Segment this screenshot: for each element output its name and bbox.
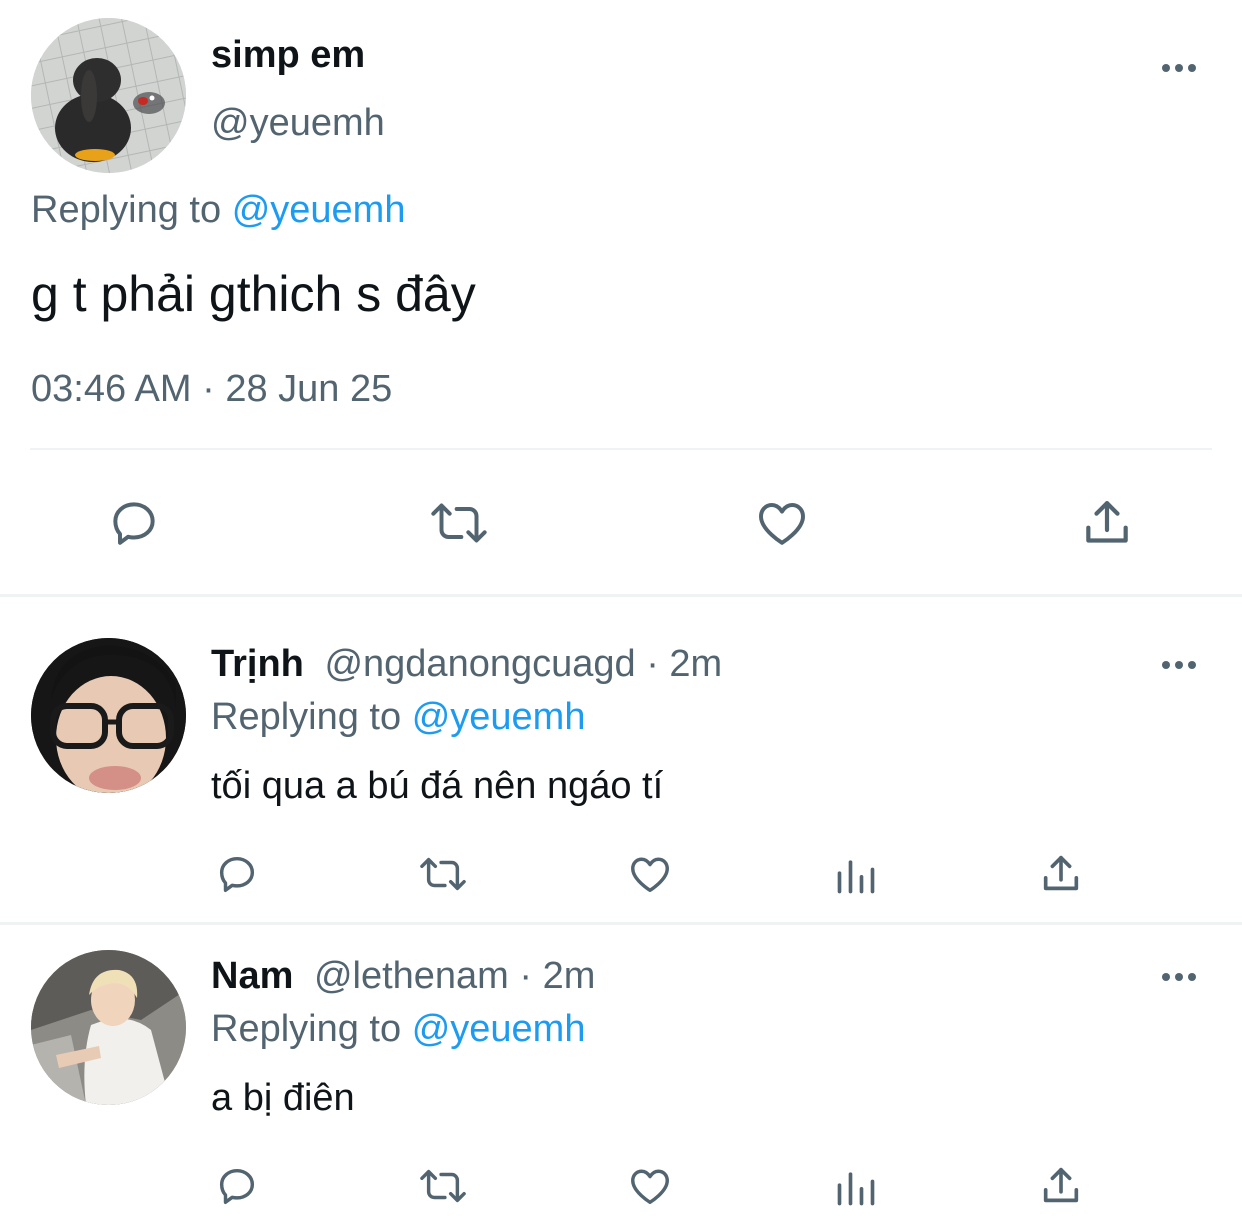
reply-2-header: Nam @lethenam · 2m bbox=[211, 953, 595, 999]
stuffed-penguin-icon bbox=[31, 18, 186, 173]
reply-2-display-name[interactable]: Nam bbox=[211, 955, 293, 997]
reply-1-separator: · bbox=[646, 643, 659, 685]
retweet-icon[interactable] bbox=[416, 851, 470, 897]
replying-to-link[interactable]: @yeuemh bbox=[232, 189, 406, 231]
person-outdoor-icon bbox=[31, 950, 186, 1105]
reply-2-separator: · bbox=[519, 955, 533, 997]
reply-1-display-name[interactable]: Trịnh bbox=[211, 643, 304, 685]
main-tweet-handle[interactable]: @yeuemh bbox=[211, 100, 385, 146]
main-tweet-avatar[interactable] bbox=[31, 18, 186, 173]
replying-to-link[interactable]: @yeuemh bbox=[412, 1008, 586, 1050]
main-tweet-replying-line: Replying to @yeuemh bbox=[31, 187, 405, 233]
share-icon[interactable] bbox=[1038, 1163, 1084, 1209]
main-tweet-timestamp[interactable]: 03:46 AM · 28 Jun 25 bbox=[31, 366, 392, 412]
reply-2-text: a bị điên bbox=[211, 1077, 355, 1119]
replying-prefix: Replying to bbox=[211, 696, 402, 738]
main-tweet-text: g t phải gthich s đây bbox=[31, 266, 476, 322]
reply-2-time[interactable]: 2m bbox=[543, 955, 596, 997]
reply-2-replying-line: Replying to @yeuemh bbox=[211, 1006, 585, 1052]
reply-1-text: tối qua a bú đá nên ngáo tí bbox=[211, 765, 664, 807]
reply-icon[interactable] bbox=[213, 851, 261, 897]
reply-1-time[interactable]: 2m bbox=[669, 643, 722, 685]
reply-1-more-icon[interactable] bbox=[1157, 658, 1201, 672]
reply-2-more-icon[interactable] bbox=[1157, 970, 1201, 984]
replying-prefix: Replying to bbox=[31, 189, 222, 231]
reply-1-replying-line: Replying to @yeuemh bbox=[211, 694, 585, 740]
like-icon[interactable] bbox=[625, 1163, 675, 1209]
share-icon[interactable] bbox=[1078, 495, 1136, 551]
reply-2-avatar[interactable] bbox=[31, 950, 186, 1105]
analytics-icon[interactable] bbox=[834, 1165, 878, 1209]
main-tweet-more-icon[interactable] bbox=[1157, 61, 1201, 75]
replying-prefix: Replying to bbox=[211, 1008, 402, 1050]
retweet-icon[interactable] bbox=[416, 1163, 470, 1209]
retweet-icon[interactable] bbox=[426, 495, 492, 551]
reply-icon[interactable] bbox=[213, 1163, 261, 1209]
reply-1-handle[interactable]: @ngdanongcuagd bbox=[324, 643, 635, 685]
share-icon[interactable] bbox=[1038, 851, 1084, 897]
reply-1-avatar[interactable] bbox=[31, 638, 186, 793]
person-glasses-icon bbox=[31, 638, 186, 793]
main-tweet-divider bbox=[30, 448, 1212, 450]
section-divider bbox=[0, 594, 1242, 597]
reply-1-header: Trịnh @ngdanongcuagd · 2m bbox=[211, 641, 722, 687]
reply-icon[interactable] bbox=[104, 495, 164, 551]
like-icon[interactable] bbox=[752, 495, 812, 551]
section-divider bbox=[0, 922, 1242, 925]
analytics-icon[interactable] bbox=[834, 853, 878, 897]
reply-2-handle[interactable]: @lethenam bbox=[314, 955, 509, 997]
like-icon[interactable] bbox=[625, 851, 675, 897]
main-tweet-display-name[interactable]: simp em bbox=[211, 32, 365, 78]
replying-to-link[interactable]: @yeuemh bbox=[412, 696, 586, 738]
